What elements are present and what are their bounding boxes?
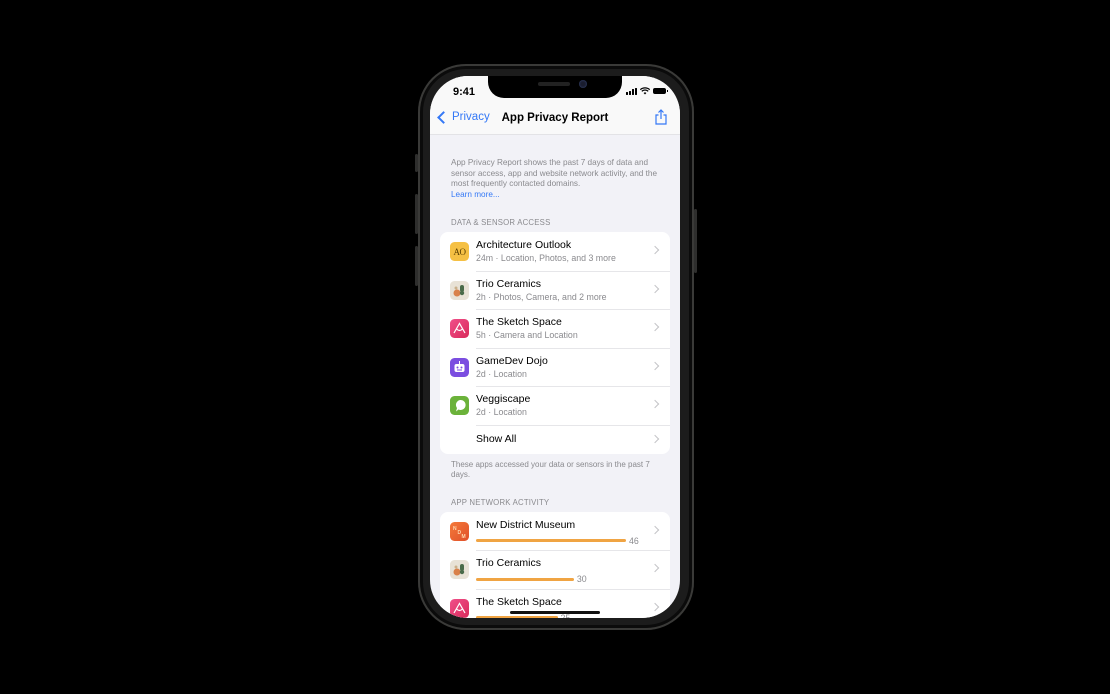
app-name: Veggiscape	[476, 393, 531, 405]
status-time: 9:41	[453, 86, 476, 98]
chevron-right-icon	[650, 563, 660, 573]
veggiscape-glyph	[455, 399, 466, 412]
list-item-gamedev-dojo[interactable]: GameDev Dojo 2d · Location	[440, 347, 670, 387]
data-sensor-access-header: DATA & SENSOR ACCESS	[451, 218, 551, 227]
app-network-activity-header: APP NETWORK ACTIVITY	[451, 497, 550, 507]
activity-count: 30	[576, 574, 587, 584]
power-button	[694, 209, 697, 273]
intro-description: App Privacy Report shows the past 7 days…	[451, 158, 658, 188]
intro-text: App Privacy Report shows the past 7 days…	[451, 158, 670, 200]
icon-text: AO	[453, 246, 467, 257]
app-name: Trio Ceramics	[476, 557, 541, 569]
screen: 9:41 Privacy App Privacy Report App Priv…	[430, 76, 680, 618]
notch	[488, 76, 622, 98]
access-detail: 2h · Photos, Camera, and 2 more	[476, 291, 607, 302]
chevron-right-icon	[650, 525, 660, 534]
trio-ceramics-glyph	[453, 284, 465, 296]
front-camera	[579, 80, 587, 88]
app-name: The Sketch Space	[476, 316, 562, 328]
trio-ceramics-glyph	[453, 564, 465, 576]
access-detail: 2d · Location	[476, 368, 527, 379]
access-detail: 5h · Camera and Location	[476, 330, 578, 340]
new-district-museum-icon: N D M	[450, 521, 469, 541]
veggiscape-icon	[450, 396, 469, 415]
activity-count: 46	[629, 535, 639, 546]
svg-text:N: N	[453, 526, 457, 532]
volume-down-button	[415, 246, 418, 286]
share-icon[interactable]	[654, 109, 668, 125]
svg-text:M: M	[462, 534, 466, 540]
show-all-button[interactable]: Show All	[440, 424, 670, 454]
ndm-glyph: N D M	[453, 526, 466, 540]
silent-switch	[415, 154, 418, 172]
chevron-right-icon	[650, 602, 660, 611]
app-name: Architecture Outlook	[476, 239, 572, 251]
network-activity-bar: 30	[476, 574, 646, 584]
robot-glyph	[454, 360, 465, 372]
app-name: GameDev Dojo	[476, 354, 548, 367]
page-title: App Privacy Report	[501, 112, 609, 124]
activity-bar-fill	[476, 577, 574, 581]
access-detail: 2d · Location	[476, 407, 527, 417]
volume-up-button	[415, 194, 418, 234]
list-item-veggiscape[interactable]: Veggiscape 2d · Location	[440, 386, 670, 425]
sketch-space-glyph	[453, 322, 466, 334]
sketch-space-icon	[450, 319, 469, 338]
list-item-architecture-outlook[interactable]: AO Architecture Outlook 24m · Location, …	[440, 232, 670, 271]
list-item-new-district-museum[interactable]: N D M New District Museum 46	[440, 512, 670, 551]
chevron-right-icon	[650, 245, 660, 255]
trio-ceramics-icon	[450, 280, 469, 300]
access-detail: 24m · Location, Photos, and 3 more	[476, 253, 616, 263]
home-indicator[interactable]	[510, 611, 600, 614]
app-network-activity-list: N D M New District Museum 46 Trio Cerami…	[440, 511, 670, 618]
activity-bar-fill	[476, 616, 558, 618]
activity-bar-fill	[476, 539, 626, 542]
navigation-bar: Privacy App Privacy Report	[430, 104, 680, 135]
sketch-space-icon	[450, 598, 469, 618]
sketch-space-glyph	[453, 601, 466, 613]
trio-ceramics-icon	[450, 560, 469, 579]
gamedev-dojo-icon	[450, 357, 469, 377]
list-item-trio-ceramics-network[interactable]: Trio Ceramics 30	[440, 550, 670, 589]
list-item-trio-ceramics[interactable]: Trio Ceramics 2h · Photos, Camera, and 2…	[440, 270, 670, 310]
chevron-right-icon	[650, 322, 660, 332]
chevron-right-icon	[650, 361, 660, 370]
cellular-signal-icon	[626, 87, 637, 95]
content: App Privacy Report shows the past 7 days…	[430, 135, 680, 618]
chevron-right-icon	[650, 434, 660, 443]
phone-frame: 9:41 Privacy App Privacy Report App Priv…	[415, 64, 697, 630]
battery-icon	[653, 88, 668, 94]
chevron-right-icon	[650, 399, 660, 409]
show-all-label: Show All	[476, 432, 517, 445]
network-activity-bar: 46	[476, 536, 646, 546]
app-name: Trio Ceramics	[476, 277, 541, 290]
speaker	[538, 82, 570, 86]
data-sensor-access-list: AO Architecture Outlook 24m · Location, …	[440, 232, 670, 454]
chevron-right-icon	[650, 284, 660, 293]
app-name: New District Museum	[476, 518, 576, 531]
learn-more-link[interactable]: Learn more...	[451, 190, 500, 199]
list-item-sketch-space[interactable]: The Sketch Space 5h · Camera and Locatio…	[440, 309, 670, 348]
data-sensor-footnote: These apps accessed your data or sensors…	[451, 459, 650, 480]
wifi-icon	[640, 87, 650, 95]
architecture-outlook-icon: AO	[450, 242, 469, 261]
app-name: The Sketch Space	[476, 595, 562, 608]
status-icons	[626, 87, 668, 95]
